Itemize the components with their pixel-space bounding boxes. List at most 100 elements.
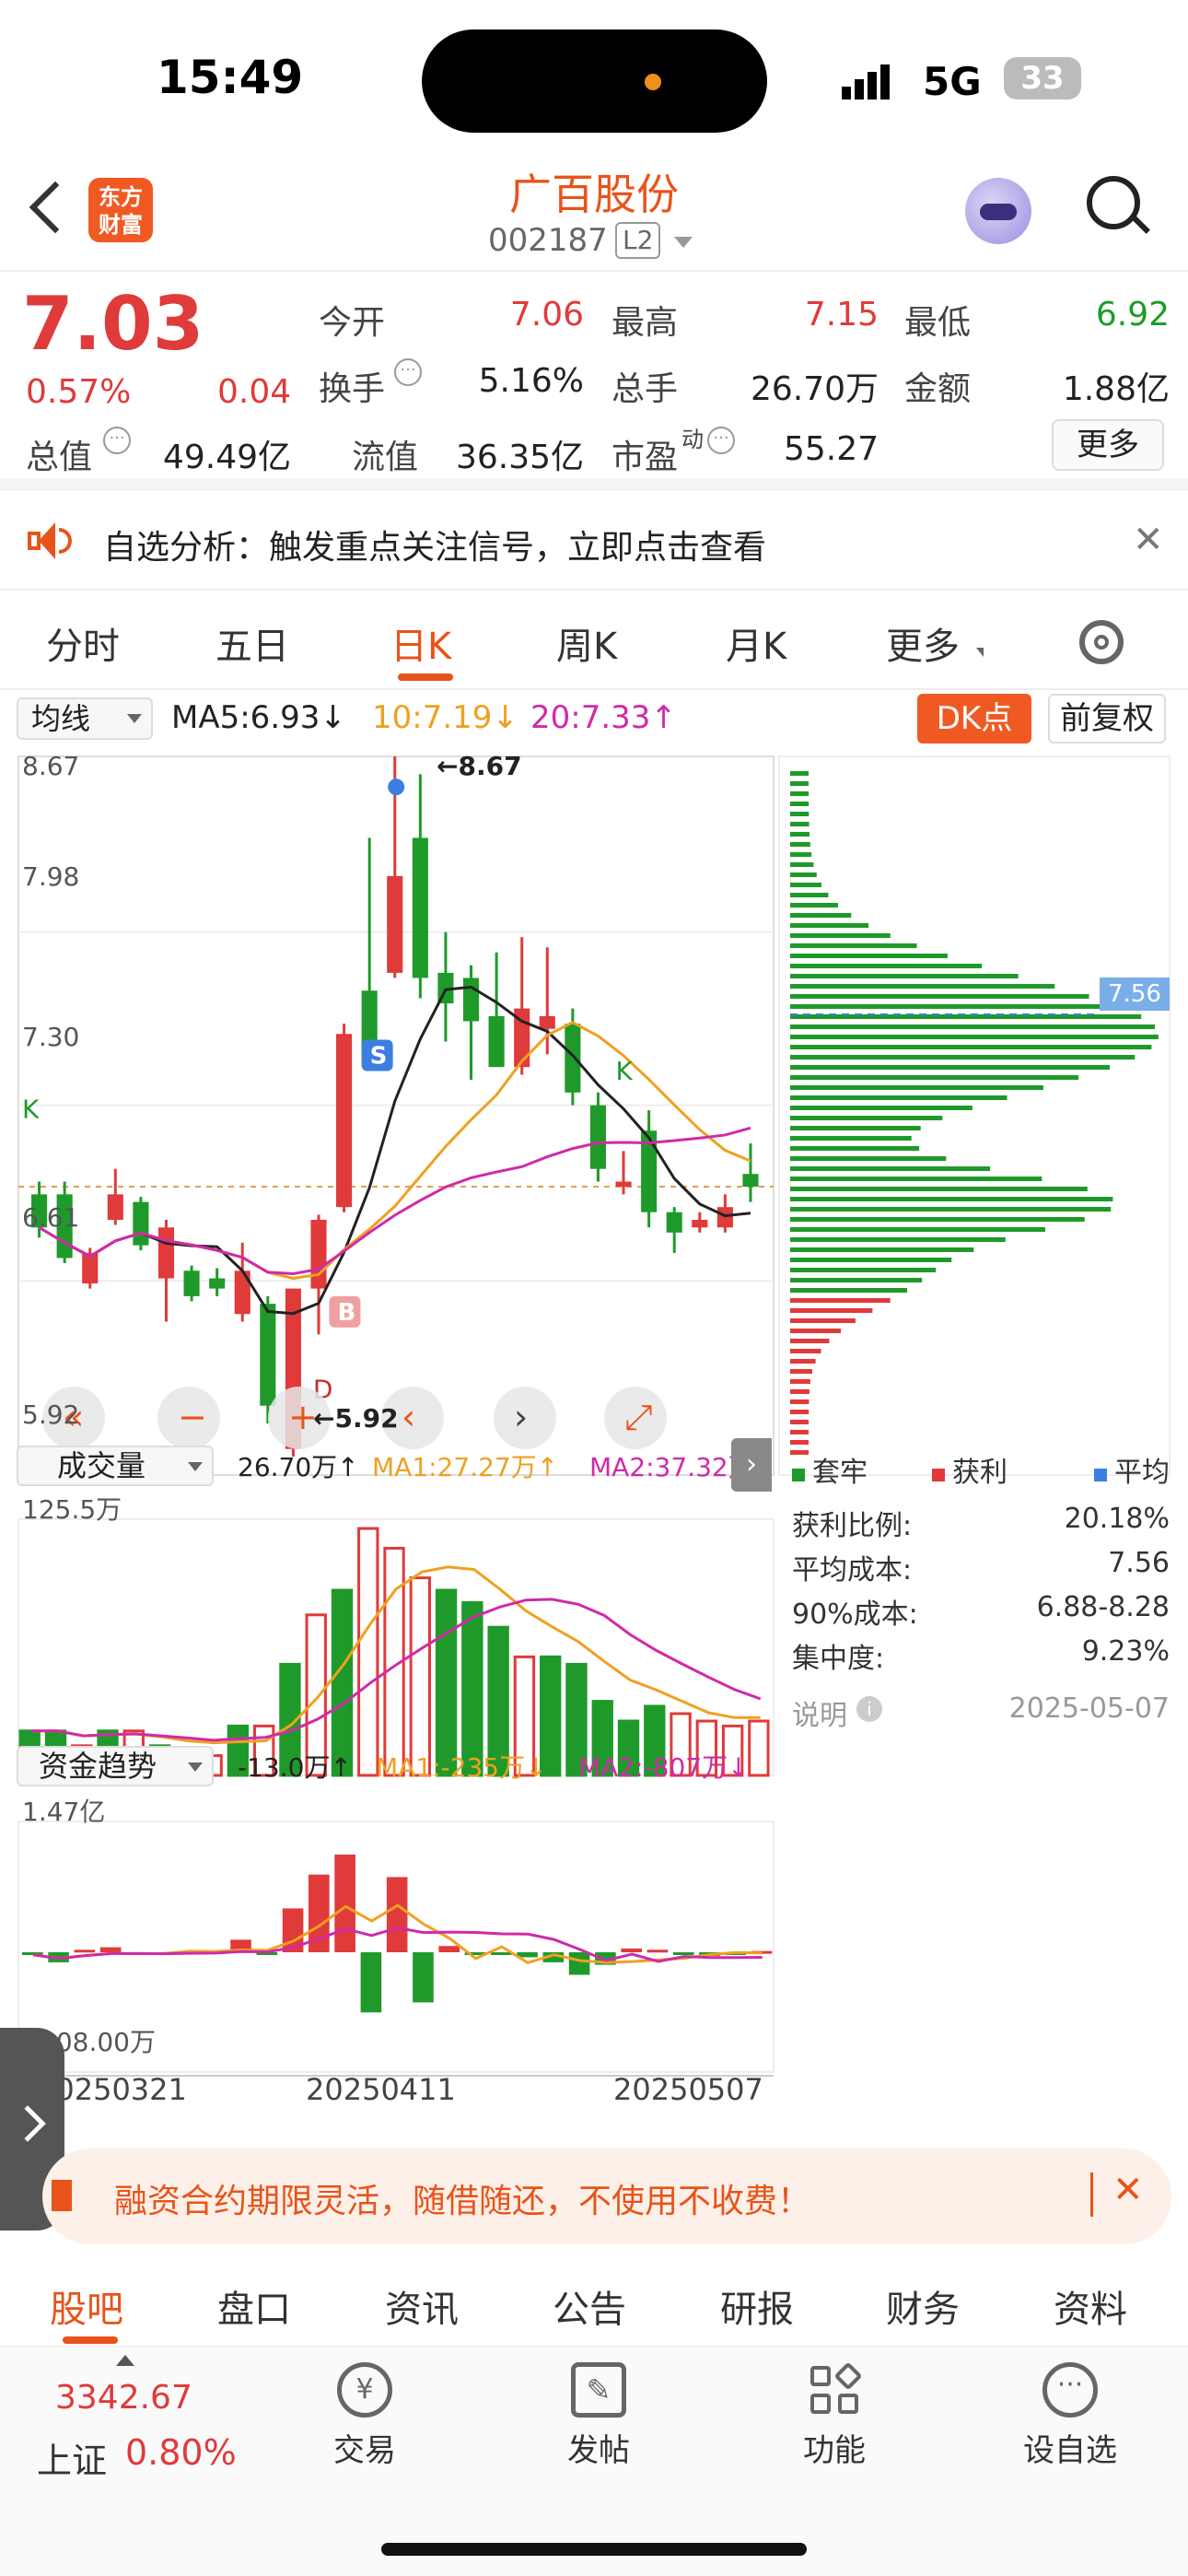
legend-swatch	[932, 1469, 945, 1481]
close-icon[interactable]: ✕	[1112, 2169, 1144, 2211]
tab-intraday[interactable]: 分时	[46, 616, 120, 670]
index-value[interactable]: 3342.67	[55, 2379, 192, 2417]
robot-assistant-icon[interactable]	[965, 178, 1031, 244]
chip-bar	[790, 1075, 1079, 1080]
speaker-icon	[52, 2180, 72, 2211]
level-badge[interactable]: L2	[615, 222, 661, 259]
settings-gear-icon[interactable]	[1079, 620, 1124, 664]
chip-bar	[790, 1369, 812, 1374]
chip-bar	[790, 1187, 1088, 1191]
candle-body	[310, 1219, 327, 1289]
fund-bar	[672, 1952, 694, 1955]
index-name[interactable]: 上证	[37, 2432, 107, 2483]
tab-announcements[interactable]: 公告	[553, 2279, 626, 2333]
fund-bar	[413, 1952, 434, 2003]
candle-body	[209, 1278, 226, 1289]
tab-order-book[interactable]: 盘口	[217, 2279, 291, 2333]
chip-distribution	[778, 755, 1171, 1476]
trade-button[interactable]: ¥ 交易	[300, 2362, 429, 2470]
close-icon[interactable]: ✕	[1133, 519, 1164, 561]
quote-panel: 7.03 0.57% 0.04 总值 ··· 49.49亿 今开 7.06 换手…	[0, 274, 1188, 491]
tab-five-day[interactable]: 五日	[215, 616, 289, 670]
candle-body	[666, 1212, 682, 1233]
volume-bar	[409, 1576, 431, 1777]
tab-financials[interactable]: 财务	[886, 2279, 960, 2333]
chip-bar	[790, 771, 809, 776]
tab-daily-k[interactable]: 日K	[390, 616, 451, 670]
chip-bar	[790, 954, 948, 958]
candle-body	[615, 1181, 632, 1188]
legend-swatch	[1094, 1469, 1107, 1481]
chip-bar	[790, 1095, 1007, 1100]
tab-weekly-k[interactable]: 周K	[556, 616, 617, 670]
chip-bar	[790, 1055, 1136, 1060]
chart-svg[interactable]: SBDKK «− + ‹ › ⤢	[0, 745, 1188, 2127]
post-button[interactable]: ✎ 发帖	[534, 2362, 663, 2470]
fund-bar	[490, 1952, 512, 1955]
chevron-right-icon	[9, 2105, 46, 2142]
tab-forum[interactable]: 股吧	[50, 2279, 123, 2333]
candle-body	[742, 1174, 759, 1188]
fund-indicator-select[interactable]: 资金趋势	[17, 1746, 214, 1786]
expand-right-icon[interactable]: ›	[731, 1438, 772, 1492]
notice-bar[interactable]: 自选分析：触发重点关注信号，立即点击查看 ✕	[0, 491, 1188, 591]
search-icon[interactable]	[1087, 176, 1150, 234]
profit-ratio-row: 获利比例: 20.18%	[792, 1503, 1170, 1542]
info-icon[interactable]: ···	[394, 358, 422, 386]
pe-label: 市盈	[611, 439, 679, 476]
chip-bar	[790, 964, 983, 968]
open-label: 今开	[319, 304, 386, 342]
volume-indicator-select[interactable]: 成交量	[17, 1446, 214, 1486]
change-amount: 0.04	[217, 373, 292, 411]
chip-bar	[790, 1318, 856, 1323]
info-icon[interactable]: ···	[707, 427, 735, 454]
volume-ma1: MA1:27.27万↑	[372, 1452, 559, 1482]
tab-monthly-k[interactable]: 月K	[726, 616, 786, 670]
chip-bar	[790, 1359, 816, 1364]
dk-point-button[interactable]: DK点	[917, 694, 1031, 744]
chip-bar	[790, 1237, 1006, 1242]
fund-bar	[74, 1950, 96, 1953]
chip-bar	[790, 893, 829, 897]
price-axis-label: 6.61	[22, 1202, 80, 1233]
tab-profile[interactable]: 资料	[1054, 2279, 1127, 2333]
ma-indicator-select[interactable]: 均线	[17, 697, 153, 740]
content-tabs: 股吧 盘口 资讯 公告 研报 财务 资料	[0, 2259, 1188, 2348]
chip-bar	[790, 1025, 1155, 1029]
features-button[interactable]: 功能	[770, 2361, 899, 2470]
fund-bar	[438, 1946, 460, 1952]
chip-bar	[790, 943, 917, 948]
tab-research[interactable]: 研报	[720, 2279, 794, 2333]
add-watchlist-button[interactable]: ··· 设自选	[1006, 2362, 1135, 2470]
volume-value: 26.70万	[750, 370, 879, 408]
promo-banner[interactable]: 融资合约期限灵活，随借随还，不使用不收费！ ✕	[42, 2149, 1171, 2244]
adjust-button[interactable]: 前复权	[1048, 694, 1166, 744]
dropdown-icon[interactable]	[674, 237, 693, 248]
stock-code: 002187	[488, 222, 608, 259]
candle-body	[336, 1034, 353, 1208]
active-tab-indicator	[398, 673, 453, 681]
chip-bar	[790, 1177, 1042, 1181]
more-dots-icon: ···	[1042, 2362, 1098, 2418]
more-button[interactable]: 更多	[1052, 419, 1164, 471]
candle-body	[716, 1207, 733, 1228]
dynamic-island	[422, 29, 767, 133]
notice-text: 自选分析：触发重点关注信号，立即点击查看	[103, 529, 767, 567]
chip-legend: 获利	[932, 1449, 1007, 1490]
fund-ma1: MA1:-235万↓	[376, 1752, 547, 1783]
tab-news[interactable]: 资讯	[385, 2279, 459, 2333]
index-change[interactable]: 0.80%	[125, 2432, 237, 2473]
info-icon[interactable]: ···	[103, 427, 131, 454]
chip-bar	[790, 832, 810, 837]
note-row[interactable]: 说明 i 2025-05-07	[792, 1692, 1170, 1733]
chip-bar	[790, 802, 809, 806]
sell-signal-label: S	[370, 1043, 388, 1071]
fund-bar	[646, 1950, 669, 1953]
chip-bar	[790, 933, 891, 938]
tab-more[interactable]: 更多	[886, 616, 960, 670]
chip-bar	[790, 883, 821, 887]
price-axis-label: 5.92	[22, 1399, 80, 1430]
price-axis-label: 8.67	[22, 751, 80, 781]
price-axis-label: 7.98	[22, 861, 80, 892]
volume-label: 总手	[611, 370, 679, 408]
